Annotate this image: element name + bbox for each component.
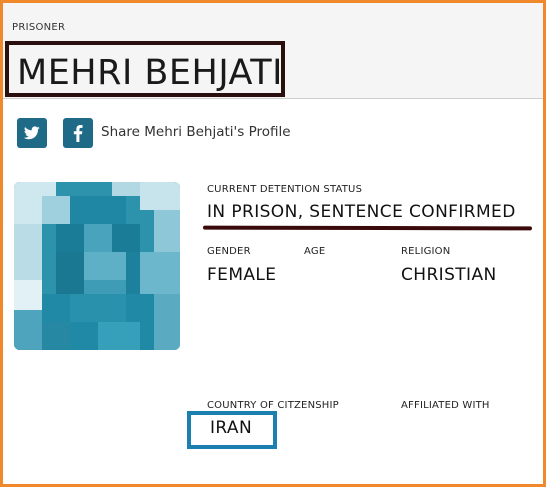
page-frame: PRISONER MEHRI BEHJATI Share Mehri Behja…: [0, 0, 546, 487]
status-value: IN PRISON, SENTENCE CONFIRMED: [207, 202, 516, 222]
share-profile-label[interactable]: Share Mehri Behjati's Profile: [101, 124, 291, 140]
name-highlight-box: MEHRI BEHJATI: [5, 41, 285, 97]
facebook-share-button[interactable]: [63, 118, 93, 148]
age-label: AGE: [304, 246, 326, 257]
prisoner-name: MEHRI BEHJATI: [17, 53, 283, 93]
religion-value: CHRISTIAN: [401, 265, 497, 285]
country-label: COUNTRY OF CITZENSHIP: [207, 400, 339, 411]
gender-label: GENDER: [207, 246, 251, 257]
twitter-icon: [24, 126, 40, 140]
country-value: IRAN: [210, 418, 253, 438]
gender-value: FEMALE: [207, 265, 277, 285]
facebook-icon: [73, 124, 83, 142]
status-label: CURRENT DETENTION STATUS: [207, 184, 363, 195]
religion-label: RELIGION: [401, 246, 451, 257]
affiliated-label: AFFILIATED WITH: [401, 400, 490, 411]
prisoner-photo-pixelated: [14, 182, 180, 350]
profile-header: PRISONER MEHRI BEHJATI: [3, 3, 543, 99]
twitter-share-button[interactable]: [17, 118, 47, 148]
header-kicker: PRISONER: [12, 22, 66, 33]
status-underline: [202, 225, 533, 231]
pixelated-portrait: [14, 182, 180, 350]
